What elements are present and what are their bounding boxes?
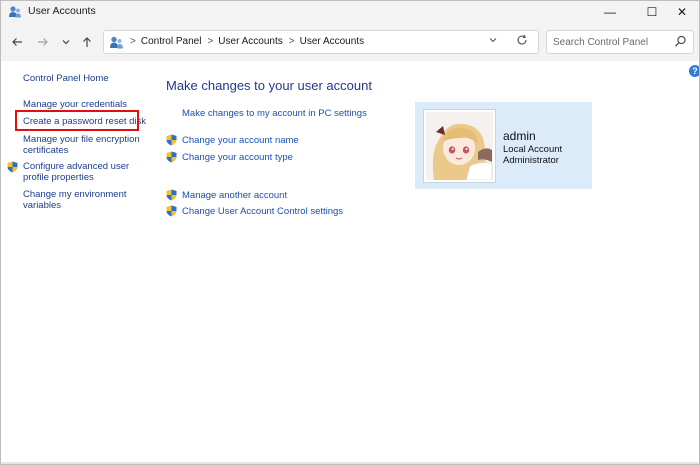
uac-settings-link[interactable]: Change User Account Control settings bbox=[182, 206, 343, 217]
environment-variables-link[interactable]: Change my environment variables bbox=[23, 189, 138, 211]
uac-shield-icon bbox=[7, 161, 18, 173]
avatar-picture bbox=[426, 112, 493, 180]
up-arrow-icon[interactable] bbox=[78, 33, 96, 51]
search-icon[interactable] bbox=[674, 35, 687, 48]
recent-locations-chevron-icon[interactable] bbox=[57, 33, 75, 51]
control-panel-icon bbox=[110, 36, 123, 49]
account-role: Administrator bbox=[503, 155, 559, 166]
uac-shield-icon bbox=[166, 189, 177, 201]
breadcrumb-separator-icon: > bbox=[130, 36, 136, 47]
manage-another-account-link[interactable]: Manage another account bbox=[182, 190, 287, 201]
avatar bbox=[423, 109, 496, 183]
user-accounts-window: User Accounts — ☐ ✕ > Control Panel > User bbox=[0, 0, 700, 465]
manage-credentials-link[interactable]: Manage your credentials bbox=[23, 99, 127, 110]
back-arrow-icon[interactable] bbox=[8, 33, 26, 51]
uac-shield-icon bbox=[166, 151, 177, 163]
account-type: Local Account bbox=[503, 144, 563, 155]
refresh-icon[interactable] bbox=[516, 34, 528, 49]
breadcrumb-user-accounts-current[interactable]: User Accounts bbox=[300, 36, 364, 47]
user-accounts-icon bbox=[9, 6, 21, 18]
breadcrumb: > Control Panel > User Accounts > User Accoun… bbox=[128, 36, 368, 47]
page-title: Make changes to your user account bbox=[166, 78, 372, 93]
highlight-annotation bbox=[15, 110, 139, 131]
address-dropdown-chevron-icon[interactable] bbox=[488, 35, 498, 48]
title-bar: User Accounts — ☐ ✕ bbox=[1, 1, 699, 23]
minimize-button[interactable]: — bbox=[593, 1, 627, 23]
uac-shield-icon bbox=[166, 205, 177, 217]
maximize-button[interactable]: ☐ bbox=[635, 1, 669, 23]
pc-settings-link[interactable]: Make changes to my account in PC setting… bbox=[182, 108, 367, 119]
breadcrumb-separator-icon: > bbox=[207, 36, 214, 47]
navigation-toolbar: > Control Panel > User Accounts > User Accoun… bbox=[1, 23, 699, 61]
account-card: admin Local Account Administrator bbox=[415, 102, 592, 189]
breadcrumb-control-panel[interactable]: Control Panel bbox=[141, 36, 202, 47]
search-input[interactable] bbox=[547, 31, 673, 53]
change-account-name-link[interactable]: Change your account name bbox=[182, 135, 299, 146]
breadcrumb-user-accounts[interactable]: User Accounts bbox=[218, 36, 282, 47]
advanced-profile-link[interactable]: Configure advanced user profile properti… bbox=[23, 161, 133, 183]
close-button[interactable]: ✕ bbox=[665, 1, 699, 23]
forward-arrow-icon[interactable] bbox=[34, 33, 52, 51]
address-bar[interactable]: > Control Panel > User Accounts > User Accoun… bbox=[103, 30, 539, 54]
help-icon[interactable]: ? bbox=[689, 65, 699, 77]
change-account-type-link[interactable]: Change your account type bbox=[182, 152, 293, 163]
search-box[interactable] bbox=[546, 30, 694, 54]
window-title: User Accounts bbox=[28, 5, 96, 17]
control-panel-home-link[interactable]: Control Panel Home bbox=[23, 73, 109, 84]
window-bottom-edge bbox=[1, 462, 699, 464]
breadcrumb-separator-icon: > bbox=[288, 36, 295, 47]
uac-shield-icon bbox=[166, 134, 177, 146]
account-name: admin bbox=[503, 129, 536, 143]
file-encryption-link[interactable]: Manage your file encryption certificates bbox=[23, 134, 148, 156]
